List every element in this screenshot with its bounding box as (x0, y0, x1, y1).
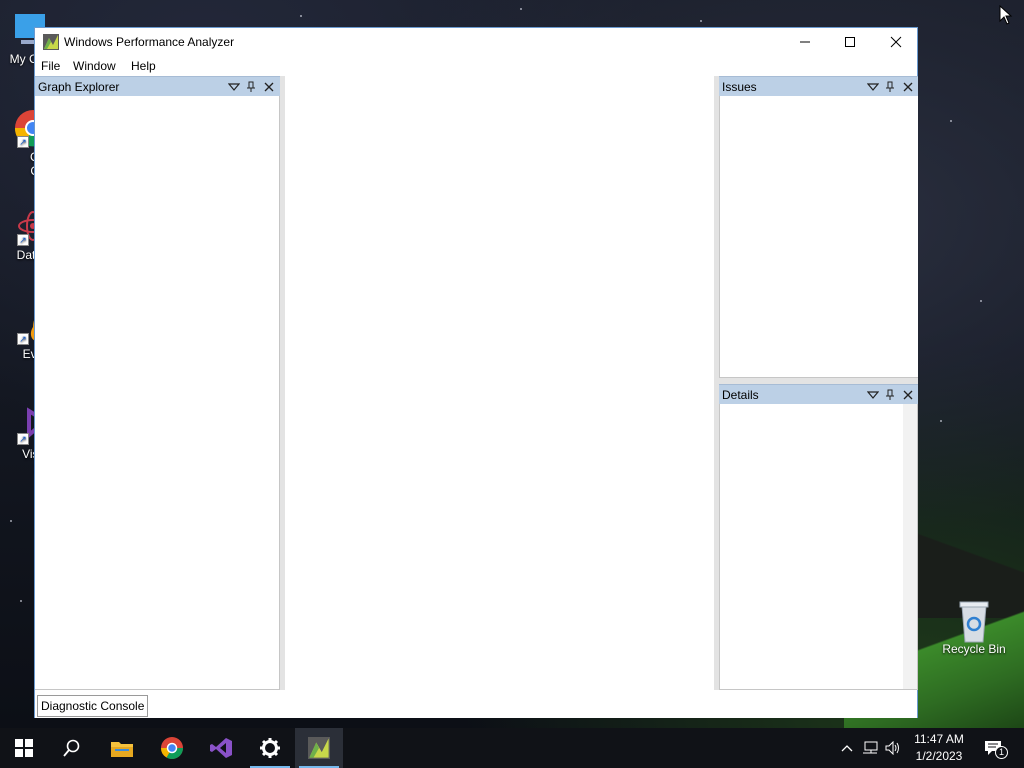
analysis-area[interactable] (285, 76, 714, 690)
visual-studio-icon (210, 738, 232, 758)
taskbar: 11:47 AM 1/2/2023 1 (0, 728, 1024, 768)
folder-icon (111, 742, 133, 757)
graph-explorer-panel: Graph Explorer (35, 76, 280, 690)
chrome-icon (161, 737, 183, 759)
issues-header[interactable]: Issues (719, 76, 918, 96)
start-button[interactable] (0, 728, 48, 768)
panel-pin-button[interactable] (883, 80, 897, 94)
close-button[interactable] (873, 28, 919, 56)
triangle-down-icon (228, 83, 240, 91)
panel-title: Issues (722, 80, 757, 94)
issues-body[interactable] (719, 96, 918, 378)
panel-title: Graph Explorer (38, 80, 120, 94)
panel-close-button[interactable] (901, 80, 915, 94)
taskbar-settings[interactable] (246, 728, 294, 768)
wpa-app-icon (308, 737, 330, 759)
panel-dropdown-button[interactable] (227, 80, 241, 94)
panel-pin-button[interactable] (883, 388, 897, 402)
diagnostic-console-tab[interactable]: Diagnostic Console (37, 695, 149, 717)
shortcut-arrow-icon: ↗ (17, 234, 29, 246)
windows-logo-icon (15, 739, 33, 757)
title-bar[interactable]: Windows Performance Analyzer (35, 28, 917, 56)
chevron-up-icon (841, 745, 853, 752)
shortcut-arrow-icon: ↗ (17, 136, 29, 148)
triangle-down-icon (867, 391, 879, 399)
network-icon (863, 741, 878, 754)
issues-panel: Issues (719, 76, 918, 378)
action-center-button[interactable]: 1 (983, 740, 1008, 759)
close-icon (264, 82, 274, 92)
wpa-app-icon (43, 34, 59, 50)
clock-date: 1/2/2023 (915, 749, 963, 763)
wpa-window: Windows Performance Analyzer File Window… (34, 27, 918, 718)
desktop-icon-recycle-bin[interactable]: Recycle Bin (939, 600, 1009, 656)
volume-button[interactable] (885, 740, 901, 756)
taskbar-file-explorer[interactable] (98, 728, 146, 768)
panel-close-button[interactable] (901, 388, 915, 402)
menu-window[interactable]: Window (73, 59, 116, 73)
taskbar-chrome[interactable] (148, 728, 196, 768)
menu-bar: File Window Help (35, 56, 917, 76)
shortcut-arrow-icon: ↗ (17, 333, 29, 345)
pin-icon (886, 389, 894, 400)
details-body[interactable] (719, 404, 918, 690)
taskbar-wpa[interactable] (295, 728, 343, 768)
window-title: Windows Performance Analyzer (64, 35, 235, 49)
details-header[interactable]: Details (719, 384, 918, 404)
panel-close-button[interactable] (262, 80, 276, 94)
pin-icon (247, 81, 255, 92)
minimize-icon (800, 41, 810, 43)
network-button[interactable] (862, 740, 878, 756)
recycle-bin-icon (954, 600, 994, 643)
triangle-down-icon (867, 83, 879, 91)
panel-dropdown-button[interactable] (866, 388, 880, 402)
speaker-icon (885, 741, 899, 755)
details-scrollbar[interactable] (903, 404, 917, 689)
shortcut-arrow-icon: ↗ (17, 433, 29, 445)
maximize-icon (845, 37, 855, 47)
search-icon (63, 739, 80, 757)
taskbar-visual-studio[interactable] (197, 728, 245, 768)
panel-dropdown-button[interactable] (866, 80, 880, 94)
search-button[interactable] (48, 728, 96, 768)
pin-icon (886, 81, 894, 92)
menu-help[interactable]: Help (131, 59, 156, 73)
show-hidden-icons-button[interactable] (839, 740, 855, 756)
graph-explorer-header[interactable]: Graph Explorer (35, 76, 280, 96)
close-icon (903, 82, 913, 92)
panel-title: Details (722, 388, 759, 402)
desktop-icon-label: Recycle Bin (942, 642, 1006, 656)
notification-count-badge: 1 (995, 746, 1008, 759)
minimize-button[interactable] (782, 28, 828, 56)
clock-time: 11:47 AM (914, 732, 964, 746)
menu-file[interactable]: File (41, 59, 60, 73)
panel-pin-button[interactable] (244, 80, 258, 94)
taskbar-clock[interactable]: 11:47 AM 1/2/2023 (904, 731, 974, 765)
graph-explorer-body[interactable] (35, 96, 280, 690)
bottom-tab-bar: Diagnostic Console (35, 690, 917, 718)
mouse-cursor-icon (999, 5, 1013, 25)
details-panel: Details (719, 384, 918, 690)
close-icon (890, 36, 902, 48)
gear-icon (260, 738, 280, 758)
maximize-button[interactable] (827, 28, 873, 56)
close-icon (903, 390, 913, 400)
